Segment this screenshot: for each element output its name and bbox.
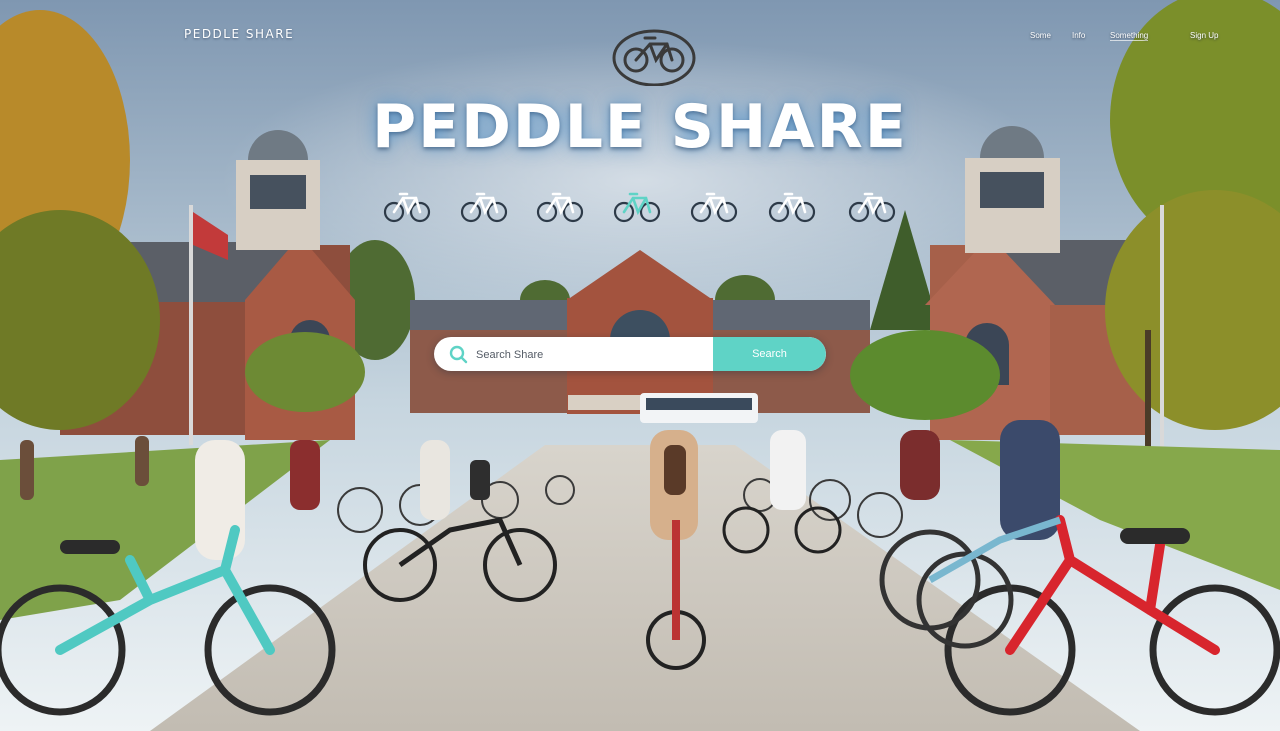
nav-link-1[interactable]: Some [1030, 31, 1051, 40]
bicycle-logo-icon [612, 29, 696, 86]
search-input[interactable] [474, 337, 708, 371]
bike-icon-6 [768, 192, 816, 223]
brand-logo-small[interactable]: PEDDLE SHARE [184, 27, 294, 41]
nav-link-2[interactable]: Info [1072, 31, 1085, 40]
nav-link-4[interactable]: Sign Up [1190, 31, 1218, 40]
bike-icon-2 [460, 192, 508, 223]
bike-icon-3 [536, 192, 584, 223]
bike-icon-7 [848, 192, 896, 223]
nav-link-3[interactable]: Something [1110, 31, 1149, 41]
campus-bus [640, 393, 758, 423]
search-button[interactable]: Search [713, 337, 826, 371]
bike-icon-1 [383, 192, 431, 223]
bike-icon-4 [613, 192, 661, 223]
search-bar: Search [434, 337, 826, 371]
top-navigation: Some Info Something Sign Up [1030, 31, 1250, 45]
bike-icon-5 [690, 192, 738, 223]
search-icon [449, 345, 468, 364]
hero-title: PEDDLE SHARE [372, 92, 908, 162]
